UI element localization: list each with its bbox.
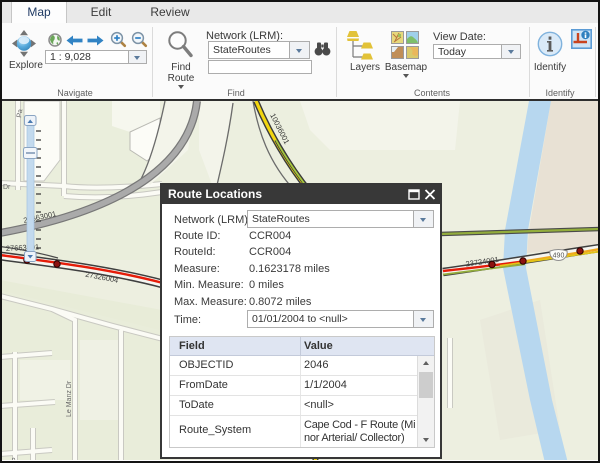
svg-text:Le Manz Dr: Le Manz Dr — [66, 380, 73, 417]
svg-text:Pa: Pa — [16, 109, 24, 119]
svg-text:490: 490 — [553, 253, 565, 260]
svg-text:Dr: Dr — [3, 184, 11, 191]
